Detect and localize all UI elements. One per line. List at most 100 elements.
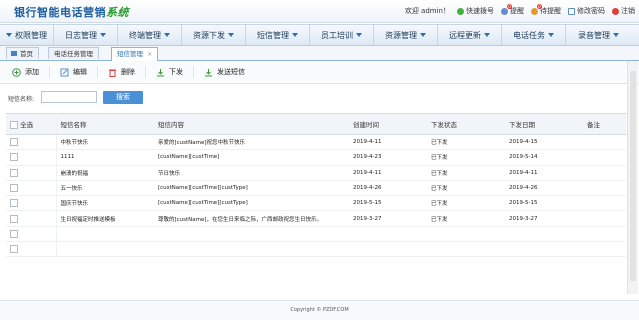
menu-item-resources[interactable]: 资源管理: [374, 25, 438, 45]
table-cell: [583, 195, 626, 212]
table-cell: [583, 180, 626, 197]
menu-item-remote-update[interactable]: 远程更新: [438, 25, 502, 45]
checkbox[interactable]: [10, 138, 18, 147]
table-cell: [56, 241, 154, 258]
tab-home[interactable]: 首页: [6, 47, 39, 59]
send-sms-button[interactable]: 发送短信: [204, 67, 245, 77]
menu-item-logs[interactable]: 日志管理: [54, 25, 118, 45]
table-cell: [349, 241, 427, 258]
table-header-row: 全选 短信名称 短信内容 创建时间 下发状态 下发日期 备注: [6, 113, 626, 135]
menu-label: 远程更新: [449, 30, 481, 40]
table-row[interactable]: 生日祝福定时推送模板 尊敬的[custName]，在您生日来临之际，广西邮政祝您生…: [6, 210, 626, 227]
add-button[interactable]: 添加: [12, 67, 39, 77]
table-cell: 节日快乐: [154, 165, 349, 181]
chevron-down-icon: [292, 33, 298, 37]
row-select-cell: [6, 149, 57, 166]
menu-item-sms[interactable]: 短信管理: [246, 25, 310, 45]
chevron-down-icon: [100, 33, 106, 37]
select-all-header[interactable]: 全选: [6, 113, 57, 135]
main-menu: 权限管理 日志管理 终端管理 资源下发 短信管理 员工培训 资源管理 远程更新 …: [0, 25, 631, 45]
toolbar-divider: [49, 66, 50, 78]
remind-link[interactable]: 0 提醒: [501, 3, 524, 16]
table-cell: 已下发: [427, 134, 505, 151]
table-cell: [154, 241, 349, 258]
table-cell: [custName][custTime][custType]: [154, 195, 349, 212]
table-cell: 已下发: [427, 165, 505, 181]
table-cell: 2019-4-23: [349, 149, 427, 166]
delete-button[interactable]: 删除: [108, 67, 135, 77]
column-header: 备注: [583, 113, 626, 135]
checkbox[interactable]: [10, 121, 18, 129]
table-row[interactable]: 1111 [custName][custTime] 2019-4-23 已下发 2019…: [6, 149, 626, 166]
issue-label: 下发: [169, 68, 183, 76]
edit-icon: [568, 7, 575, 15]
toolbar-divider: [145, 66, 146, 78]
sms-table: 全选 短信名称 短信内容 创建时间 下发状态 下发日期 备注 中秋节快乐 亲爱的[…: [6, 113, 626, 258]
table-row[interactable]: [6, 226, 626, 243]
toolbar-divider: [193, 66, 194, 78]
table-body: 中秋节快乐 亲爱的[custName]祝您中秋节快乐 2019-4-11 已下发 201…: [6, 134, 626, 258]
download-icon: [204, 68, 213, 77]
menu-item-terminals[interactable]: 终端管理: [118, 25, 182, 45]
close-icon[interactable]: ×: [147, 50, 152, 58]
footer: Copyright © PZDF.COM: [0, 300, 639, 320]
table-row[interactable]: 中秋节快乐 亲爱的[custName]祝您中秋节快乐 2019-4-11 已下发 201…: [6, 134, 626, 151]
menu-item-resource-issue[interactable]: 资源下发: [182, 25, 246, 45]
checkbox[interactable]: [10, 245, 18, 254]
change-password-link[interactable]: 修改密码: [568, 6, 605, 16]
table-cell: [154, 226, 349, 243]
table-row[interactable]: 国庆节快乐 [custName][custTime][custType] 2019-…: [6, 195, 626, 212]
trash-icon: [108, 68, 117, 77]
sms-name-input[interactable]: [41, 91, 97, 103]
menu-label: 权限管理: [15, 30, 47, 40]
menu-item-phone-tasks[interactable]: 电话任务: [502, 25, 566, 45]
checkbox[interactable]: [10, 199, 18, 208]
tab-sms-management[interactable]: 短信管理 ×: [111, 47, 159, 61]
scrollbar-thumb[interactable]: [630, 71, 636, 281]
table-cell: 2019-5-15: [349, 195, 427, 212]
table-cell: 2019-4-11: [505, 165, 583, 181]
pending-label: 待提醒: [540, 7, 561, 15]
checkbox[interactable]: [10, 168, 18, 177]
table-row[interactable]: [6, 241, 626, 258]
vertical-scrollbar[interactable]: [627, 61, 638, 294]
edit-label: 编辑: [73, 68, 87, 76]
table-cell: 2019-3-27: [349, 210, 427, 227]
menu-item-recordings[interactable]: 录音管理: [566, 25, 631, 45]
table-cell: [505, 241, 583, 258]
logout-link[interactable]: 注销: [612, 6, 635, 16]
column-header: 全选: [20, 121, 34, 129]
menu-label: 资源管理: [385, 30, 417, 40]
menu-label: 日志管理: [65, 30, 97, 40]
table-row[interactable]: 崩溃的祝福 节日快乐 2019-4-11 已下发 2019-4-11: [6, 165, 626, 181]
pencil-icon: [60, 68, 69, 77]
row-select-cell: [6, 134, 57, 151]
checkbox[interactable]: [10, 229, 18, 238]
table-cell: 2019-4-11: [349, 165, 427, 181]
search-button[interactable]: 搜索: [103, 91, 143, 104]
checkbox[interactable]: [10, 214, 18, 223]
quick-dial-label: 快速拨号: [466, 7, 494, 15]
table-cell: [427, 226, 505, 243]
search-label: 短信名称:: [8, 96, 35, 103]
table-cell: 中秋节快乐: [56, 134, 154, 151]
checkbox[interactable]: [10, 153, 18, 162]
menu-item-permissions[interactable]: 权限管理: [0, 25, 54, 45]
row-select-cell: [6, 180, 57, 197]
edit-button[interactable]: 编辑: [60, 67, 87, 77]
issue-button[interactable]: 下发: [156, 67, 183, 77]
pending-link[interactable]: 0 待提醒: [531, 3, 561, 16]
download-icon: [156, 68, 165, 77]
checkbox[interactable]: [10, 184, 18, 193]
column-header: 创建时间: [349, 113, 427, 135]
table-cell: 已下发: [427, 149, 505, 166]
column-header: 短信内容: [154, 113, 349, 135]
table-cell: [custName][custTime]: [154, 149, 349, 166]
column-header: 短信名称: [56, 113, 154, 135]
table-row[interactable]: 五一快乐 [custName][custTime][custType] 2019-4…: [6, 180, 626, 197]
pending-badge: 0: [537, 3, 542, 9]
tab-phone-tasks[interactable]: 电话任务管理: [48, 47, 99, 59]
chevron-down-icon: [6, 33, 12, 37]
menu-item-training[interactable]: 员工培训: [310, 25, 374, 45]
quick-dial-link[interactable]: 快速拨号: [457, 6, 494, 16]
